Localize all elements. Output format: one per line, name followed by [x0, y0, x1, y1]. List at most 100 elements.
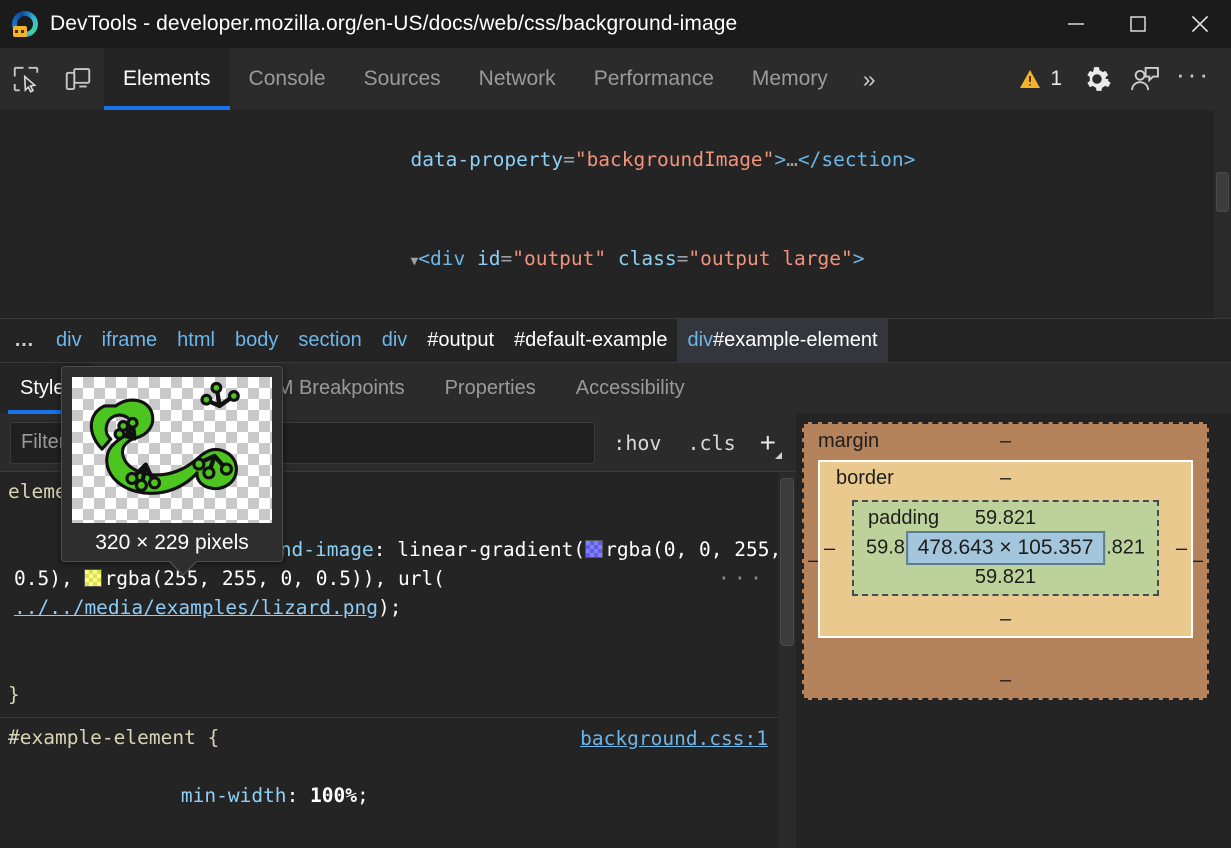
device-toolbar-icon[interactable]: [52, 48, 104, 110]
tab-label: Memory: [752, 67, 828, 91]
breadcrumb-item-default-example[interactable]: #default-example: [504, 329, 677, 352]
toolbar-right-actions: 1 ···: [1007, 48, 1231, 110]
css-colon: :: [287, 784, 310, 807]
tab-memory[interactable]: Memory: [733, 48, 847, 110]
tab-label: Sources: [364, 67, 441, 91]
devtools-window: DevTools - developer.mozilla.org/en-US/d…: [0, 0, 1231, 848]
dom-tag: <div: [418, 247, 477, 270]
breadcrumb-item-example-element[interactable]: div#example-element: [677, 319, 887, 363]
border-bottom-value[interactable]: –: [1000, 608, 1011, 631]
dom-row[interactable]: ▼<div id="output" class="output large">: [0, 209, 1231, 311]
padding-top-value[interactable]: 59.821: [975, 507, 1036, 530]
scrollbar-thumb[interactable]: [1216, 172, 1229, 212]
image-preview-tooltip: 320 × 229 pixels: [61, 366, 283, 562]
breadcrumb-item-output[interactable]: #output: [417, 329, 504, 352]
tab-label: Elements: [123, 67, 211, 91]
breadcrumb-item-section[interactable]: section: [288, 329, 371, 352]
css-property-value[interactable]: 100%: [310, 784, 357, 807]
new-style-rule-button[interactable]: +: [754, 429, 786, 457]
border-label: border: [836, 467, 894, 490]
plus-icon: +: [760, 427, 776, 458]
cls-button[interactable]: .cls: [679, 431, 743, 455]
border-right-value[interactable]: –: [1176, 538, 1187, 561]
css-declaration[interactable]: min-height: 100%;: [0, 839, 796, 848]
css-value-text: );: [378, 596, 401, 619]
dom-punc: =: [677, 247, 689, 270]
image-url-link[interactable]: ../../media/examples/lizard.png: [14, 596, 378, 619]
breadcrumb-overflow[interactable]: …: [0, 329, 46, 352]
tab-console[interactable]: Console: [230, 48, 345, 110]
dom-attr-name: id: [477, 247, 500, 270]
dom-tag: >: [774, 148, 786, 171]
tooltip-tail: [170, 561, 196, 574]
css-property-name[interactable]: min-width: [181, 784, 287, 807]
color-swatch-blue[interactable]: [585, 540, 603, 558]
scrollbar-thumb[interactable]: [780, 478, 794, 646]
maximize-icon[interactable]: [1107, 0, 1169, 48]
breadcrumb-item-body[interactable]: body: [225, 329, 288, 352]
padding-label: padding: [868, 507, 939, 530]
css-declaration[interactable]: min-width: 100%;: [0, 752, 796, 839]
breadcrumb-selected-id: #example-element: [713, 329, 878, 352]
box-model-border-box[interactable]: border – – – – padding 59.821 59.821 59.…: [818, 460, 1193, 638]
breadcrumb-item-html[interactable]: html: [167, 329, 225, 352]
subtab-label: Properties: [445, 377, 536, 400]
dom-tree-panel[interactable]: data-property="backgroundImage">…</secti…: [0, 110, 1231, 318]
box-model-padding-box[interactable]: padding 59.821 59.821 59.821 59.821 478.…: [852, 500, 1159, 596]
box-model-margin-box[interactable]: margin – – – – border – – – – padding 59…: [802, 422, 1209, 700]
gear-icon[interactable]: [1074, 56, 1120, 102]
tab-performance[interactable]: Performance: [575, 48, 733, 110]
hov-button[interactable]: :hov: [605, 431, 669, 455]
breadcrumb-item-div-2[interactable]: div: [372, 329, 418, 352]
tab-accessibility[interactable]: Accessibility: [556, 363, 705, 414]
lizard-illustration-icon: [72, 377, 272, 523]
dom-attr-value: "output large": [688, 247, 852, 270]
dom-row[interactable]: data-property="backgroundImage">…</secti…: [0, 110, 1231, 209]
dom-attr-name: class: [606, 247, 676, 270]
padding-bottom-value[interactable]: 59.821: [975, 566, 1036, 589]
image-dimensions-caption: 320 × 229 pixels: [72, 523, 272, 555]
border-top-value[interactable]: –: [1000, 467, 1011, 490]
breadcrumb-item-div[interactable]: div: [46, 329, 92, 352]
box-model-content-box[interactable]: 478.643 × 105.357: [906, 531, 1106, 565]
stylesheet-source-link[interactable]: background.css:1: [580, 724, 768, 753]
edge-devtools-icon: [12, 11, 38, 37]
minimize-icon[interactable]: [1045, 0, 1107, 48]
more-options-icon[interactable]: ···: [1170, 59, 1221, 100]
dropdown-triangle-icon[interactable]: [775, 452, 782, 459]
feedback-person-icon[interactable]: [1122, 56, 1168, 102]
css-value-text[interactable]: rgba(255, 255, 0, 0.5)), url(: [104, 567, 444, 590]
margin-top-value[interactable]: –: [1000, 430, 1011, 453]
margin-bottom-value[interactable]: –: [1000, 669, 1011, 692]
border-left-value[interactable]: –: [824, 538, 835, 561]
margin-label: margin: [818, 430, 879, 453]
more-tabs-icon[interactable]: »: [847, 48, 892, 110]
tab-elements[interactable]: Elements: [104, 48, 230, 110]
dom-punc: =: [500, 247, 512, 270]
window-controls: [1045, 0, 1231, 48]
css-value-text[interactable]: linear-gradient(: [385, 538, 585, 561]
warning-badge[interactable]: 1: [1007, 67, 1072, 91]
inspect-element-icon[interactable]: [0, 48, 52, 110]
css-rule-close-brace: }: [0, 680, 796, 709]
window-title: DevTools - developer.mozilla.org/en-US/d…: [50, 12, 737, 36]
styles-scrollbar[interactable]: [778, 472, 796, 848]
dom-close-tag: </section>: [798, 148, 915, 171]
dom-row[interactable]: ▼<section id="default-example">: [0, 311, 1231, 318]
dom-text-ellipsis: …: [786, 148, 798, 171]
breadcrumb: … div iframe html body section div #outp…: [0, 318, 1231, 362]
css-rule-example-element[interactable]: #example-element { background.css:1 min-…: [0, 718, 796, 848]
tab-network[interactable]: Network: [460, 48, 575, 110]
tab-properties[interactable]: Properties: [425, 363, 556, 414]
close-icon[interactable]: [1169, 0, 1231, 48]
breadcrumb-item-iframe[interactable]: iframe: [92, 329, 168, 352]
css-colon: :: [374, 538, 386, 561]
box-model-panel: margin – – – – border – – – – padding 59…: [796, 414, 1231, 848]
margin-right-value[interactable]: –: [1192, 550, 1203, 573]
lizard-preview-image: [72, 377, 272, 523]
warning-triangle-icon: [1017, 67, 1043, 91]
color-swatch-yellow[interactable]: [84, 569, 102, 587]
tab-sources[interactable]: Sources: [345, 48, 460, 110]
declaration-overflow-dots[interactable]: ···: [718, 564, 766, 593]
dom-tree-scrollbar[interactable]: [1214, 110, 1231, 318]
